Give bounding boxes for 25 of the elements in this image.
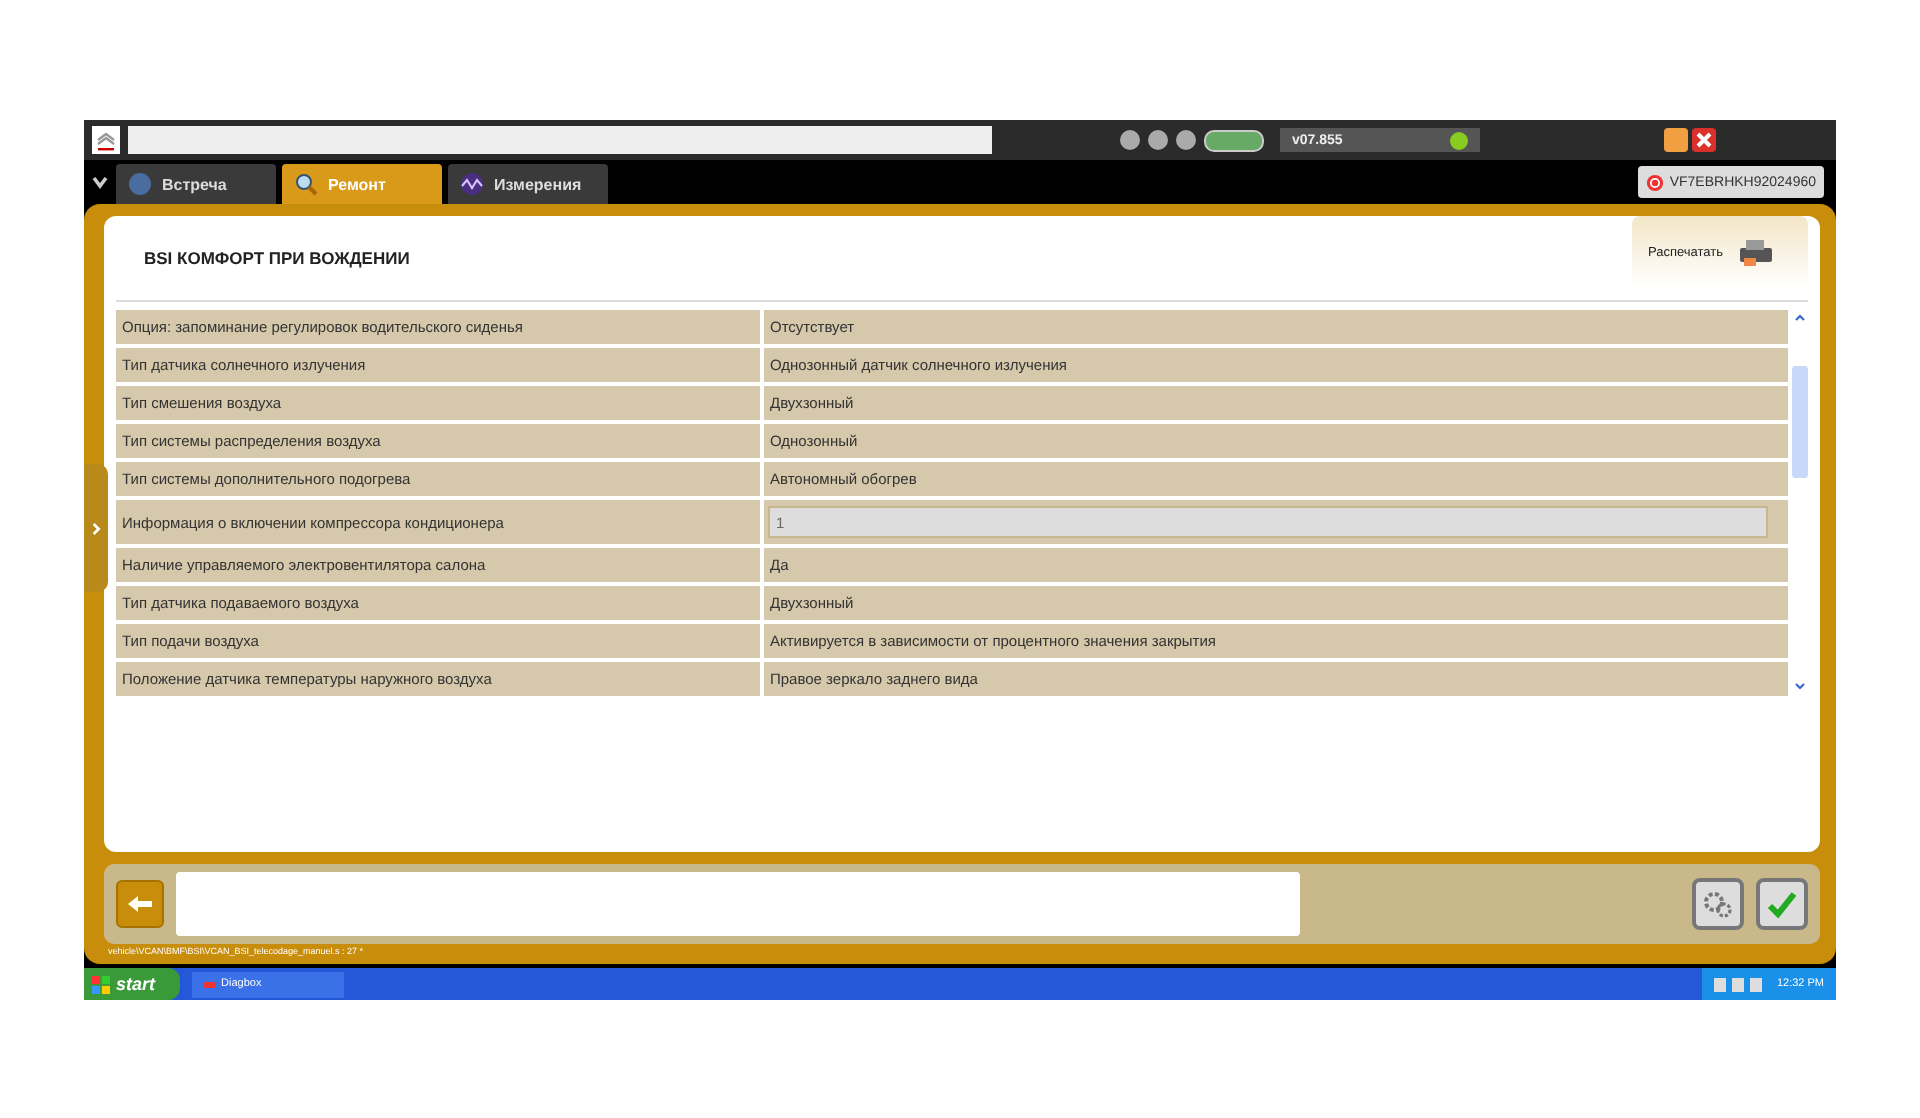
wave-icon [460, 172, 484, 196]
scroll-down-icon[interactable] [1792, 678, 1808, 694]
settings-button[interactable] [1692, 878, 1744, 930]
power-icon [1645, 173, 1664, 191]
confirm-button[interactable] [1756, 878, 1808, 930]
logo-icon [92, 126, 120, 154]
tab[interactable]: Измерения [448, 164, 608, 204]
side-panel-tab[interactable] [84, 464, 108, 592]
battery-icon [1204, 129, 1264, 151]
close-icon[interactable] [1692, 128, 1716, 152]
panel-title: BSI КОМФОРТ ПРИ ВОЖДЕНИИ [142, 248, 410, 268]
chevron-down-icon[interactable] [90, 172, 110, 192]
back-button[interactable] [116, 880, 164, 928]
scrollbar[interactable] [1792, 310, 1808, 694]
address-field[interactable] [128, 126, 992, 154]
start-button[interactable]: start [84, 968, 180, 1000]
gears-icon [1702, 888, 1734, 920]
tab[interactable]: Встреча [116, 164, 276, 204]
scroll-up-icon[interactable] [1792, 310, 1808, 326]
checkmark-icon [1766, 888, 1798, 920]
printer-icon [1735, 238, 1776, 266]
chevron-right-icon [91, 521, 101, 535]
arrow-left-icon [126, 894, 154, 914]
magnifier-icon [294, 172, 318, 196]
windows-logo-icon [92, 975, 110, 993]
